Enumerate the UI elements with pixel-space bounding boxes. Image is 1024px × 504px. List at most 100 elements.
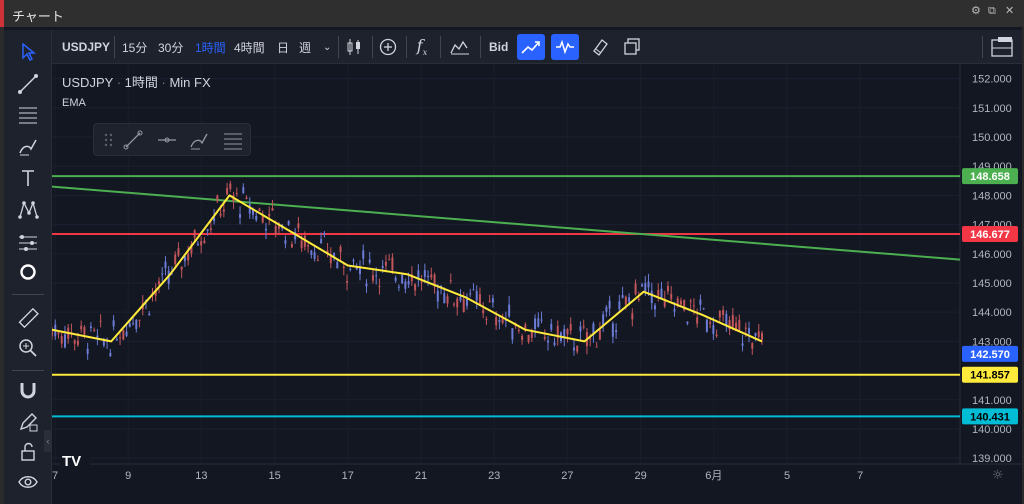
popout-icon[interactable]: ⧉ [988, 6, 999, 17]
candle-body [164, 261, 167, 269]
candle-body [180, 266, 183, 270]
compare-add-icon[interactable] [374, 34, 402, 60]
settings-icon[interactable]: ⚙ [971, 6, 982, 17]
candle-body [93, 329, 96, 331]
candle-body [634, 283, 637, 295]
candle-body [290, 244, 293, 248]
bid-button[interactable]: Bid [489, 30, 508, 64]
copy-icon[interactable] [618, 34, 646, 60]
candle-body [495, 317, 498, 326]
candle-body [239, 214, 242, 218]
candle-body [582, 326, 585, 328]
line-tool-icon[interactable] [122, 129, 144, 151]
close-icon[interactable]: ✕ [1005, 6, 1016, 17]
fib-icon[interactable] [16, 102, 40, 126]
trend-view-icon[interactable] [517, 34, 545, 60]
interval-day[interactable]: 日 [277, 30, 289, 64]
candle-body [754, 333, 757, 336]
candle-body [193, 230, 196, 238]
candle-body [465, 298, 468, 306]
candle-body [365, 283, 368, 287]
chevron-down-icon[interactable]: ⌄ [323, 30, 331, 64]
ruler-icon[interactable] [16, 306, 40, 330]
candle-body [453, 303, 456, 305]
candle-body [177, 248, 180, 256]
candle-body [60, 336, 63, 344]
candle-body [715, 334, 718, 337]
trendline-icon[interactable] [16, 72, 40, 96]
candle-body [621, 295, 624, 298]
top-toolbar: USDJPY 15分 30分 1時間 4時間 日 週 ⌄ fx Bid [52, 30, 1022, 64]
candle-body [637, 298, 640, 300]
horizontal-ray-icon[interactable] [156, 129, 178, 151]
candle-body [112, 320, 115, 327]
pattern-icon[interactable] [16, 198, 40, 222]
candle-body [414, 284, 417, 291]
interval-15m[interactable]: 15分 [122, 30, 147, 64]
fib-tool-icon[interactable] [222, 129, 244, 151]
candle-body [741, 343, 744, 346]
candle-body [222, 209, 225, 212]
eye-icon[interactable] [16, 470, 40, 494]
candle-body [761, 332, 763, 340]
candle-body [566, 329, 569, 335]
candle-body [702, 308, 705, 310]
price-tick-label: 151.000 [972, 103, 1012, 115]
clear-drawings-icon[interactable] [586, 34, 614, 60]
candle-body [196, 243, 199, 246]
brush-icon[interactable] [16, 134, 40, 158]
text-icon[interactable] [16, 166, 40, 190]
candle-body [323, 233, 326, 235]
candle-body [598, 329, 601, 340]
magnet-icon[interactable] [16, 378, 40, 402]
tool-divider [12, 294, 44, 295]
candle-body [430, 274, 433, 278]
candle-body [73, 340, 76, 344]
candle-body [572, 347, 575, 351]
candles-icon[interactable] [340, 34, 368, 60]
time-tick-label: 13 [195, 470, 207, 482]
unlock-icon[interactable] [16, 440, 40, 464]
candle-body [589, 338, 592, 340]
candle-body [738, 320, 741, 331]
brush-tool-icon[interactable] [188, 129, 210, 151]
candle-body [268, 213, 271, 217]
candle-body [712, 325, 715, 335]
chart-legend: USDJPY · 1時間 · Min FX EMA [62, 75, 211, 109]
floating-drawing-toolbar [93, 123, 251, 156]
candle-body [300, 240, 303, 249]
layout-icon[interactable] [988, 34, 1016, 60]
pencil-lock-icon[interactable] [16, 410, 40, 434]
chart-templates-icon[interactable] [446, 34, 474, 60]
interval-30m[interactable]: 30分 [158, 30, 183, 64]
cursor-icon[interactable] [16, 40, 40, 64]
collapse-toolbar-handle[interactable]: ‹ [44, 430, 52, 452]
candle-body [446, 296, 449, 304]
candle-body [569, 324, 572, 331]
candle-body [469, 293, 472, 295]
time-tick-label: 15 [268, 470, 280, 482]
interval-4h[interactable]: 4時間 [234, 30, 265, 64]
interval-1h[interactable]: 1時間 [195, 30, 226, 64]
price-label-value: 141.857 [970, 370, 1010, 382]
symbol-button[interactable]: USDJPY [62, 30, 110, 64]
oscillator-icon[interactable] [551, 34, 579, 60]
candle-body [371, 275, 374, 281]
candle-body [209, 228, 212, 230]
candle-body [459, 296, 462, 301]
candle-body [462, 299, 465, 313]
price-tick-label: 140.000 [972, 424, 1012, 436]
candle-body [689, 300, 692, 302]
price-label-value: 146.677 [970, 229, 1010, 241]
interval-week[interactable]: 週 [299, 30, 311, 64]
candle-body [731, 315, 734, 328]
svg-text:TV: TV [62, 453, 81, 470]
legend-indicator[interactable]: EMA [62, 97, 211, 109]
zoom-in-icon[interactable] [16, 336, 40, 360]
drag-handle-icon[interactable] [98, 129, 120, 151]
candle-body [264, 228, 267, 231]
indicators-icon[interactable]: fx [408, 34, 436, 60]
price-tick-label: 139.000 [972, 453, 1012, 465]
forecast-icon[interactable] [16, 230, 40, 254]
circle-icon[interactable] [16, 260, 40, 284]
